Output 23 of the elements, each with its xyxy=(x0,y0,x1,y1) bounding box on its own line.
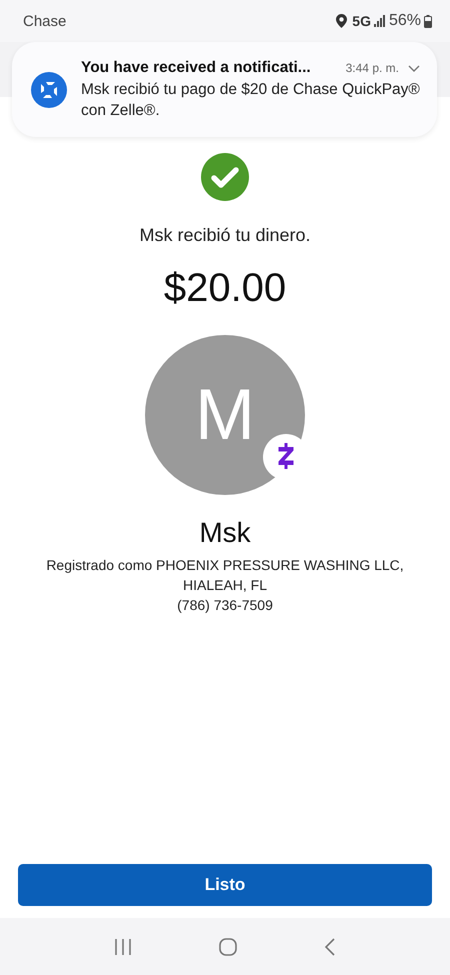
chevron-down-icon[interactable] xyxy=(407,62,421,72)
notification-card[interactable]: You have received a notificati... 3:44 p. m. Msk recibió tu pago de $20 de Chase QuickPay® con Zelle®. xyxy=(12,42,437,137)
confirmation-message: Msk recibió tu dinero. xyxy=(139,225,311,246)
battery-percent: 56% xyxy=(388,12,421,30)
phone-number: (786) 736-7509 xyxy=(177,596,273,615)
app-logo-icon xyxy=(31,72,67,108)
network-label: 5G xyxy=(352,13,371,29)
signal-icon xyxy=(374,15,386,27)
avatar: M xyxy=(145,335,305,495)
recent-apps-icon[interactable] xyxy=(112,938,133,956)
notification-message: Msk recibió tu pago de $20 de Chase QuickPay® con Zelle®. xyxy=(81,80,421,120)
success-check-icon xyxy=(201,153,249,201)
done-button[interactable]: Listo xyxy=(18,864,432,906)
app-name: Chase xyxy=(23,12,66,30)
registered-name: Registrado como PHOENIX PRESSURE WASHING LLC, HIALEAH, FL xyxy=(45,556,405,595)
notification-time: 3:44 p. m. xyxy=(346,60,399,74)
home-icon[interactable] xyxy=(218,936,238,956)
back-icon[interactable] xyxy=(323,936,338,956)
amount: $20.00 xyxy=(164,266,286,311)
location-icon xyxy=(336,14,348,28)
notification-title: You have received a notificati... xyxy=(81,58,311,76)
recipient-name: Msk xyxy=(199,517,251,549)
battery-icon xyxy=(424,14,432,28)
